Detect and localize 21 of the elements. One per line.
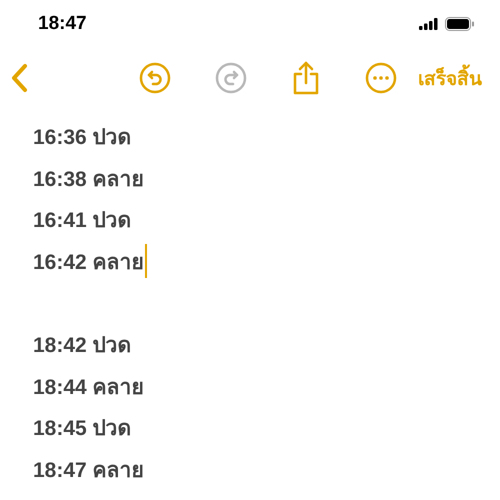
more-button[interactable] (365, 62, 397, 94)
back-button[interactable] (10, 63, 28, 93)
note-line: 16:36 ปวด (33, 125, 132, 152)
note-line: 18:42 ปวด (33, 333, 132, 360)
done-button[interactable]: เสร็จสิ้น (418, 63, 482, 93)
note-line: 18:45 ปวด (33, 416, 132, 442)
note-line: 18:44 คลาย (33, 374, 144, 401)
note-line: 16:42 คลาย (33, 250, 144, 276)
note-line: 16:38 คลาย (33, 166, 144, 193)
share-icon (291, 61, 321, 95)
signal-icon (419, 18, 439, 30)
undo-button[interactable] (139, 62, 171, 94)
note-line: 16:41 ปวด (33, 208, 132, 234)
redo-icon (215, 62, 247, 94)
battery-icon (445, 17, 475, 31)
undo-icon (139, 62, 171, 94)
share-button[interactable] (291, 61, 321, 95)
more-icon (365, 62, 397, 94)
chevron-left-icon (10, 63, 28, 93)
status-time: 18:47 (38, 13, 87, 35)
note-line: 18:47 คลาย (33, 458, 144, 484)
